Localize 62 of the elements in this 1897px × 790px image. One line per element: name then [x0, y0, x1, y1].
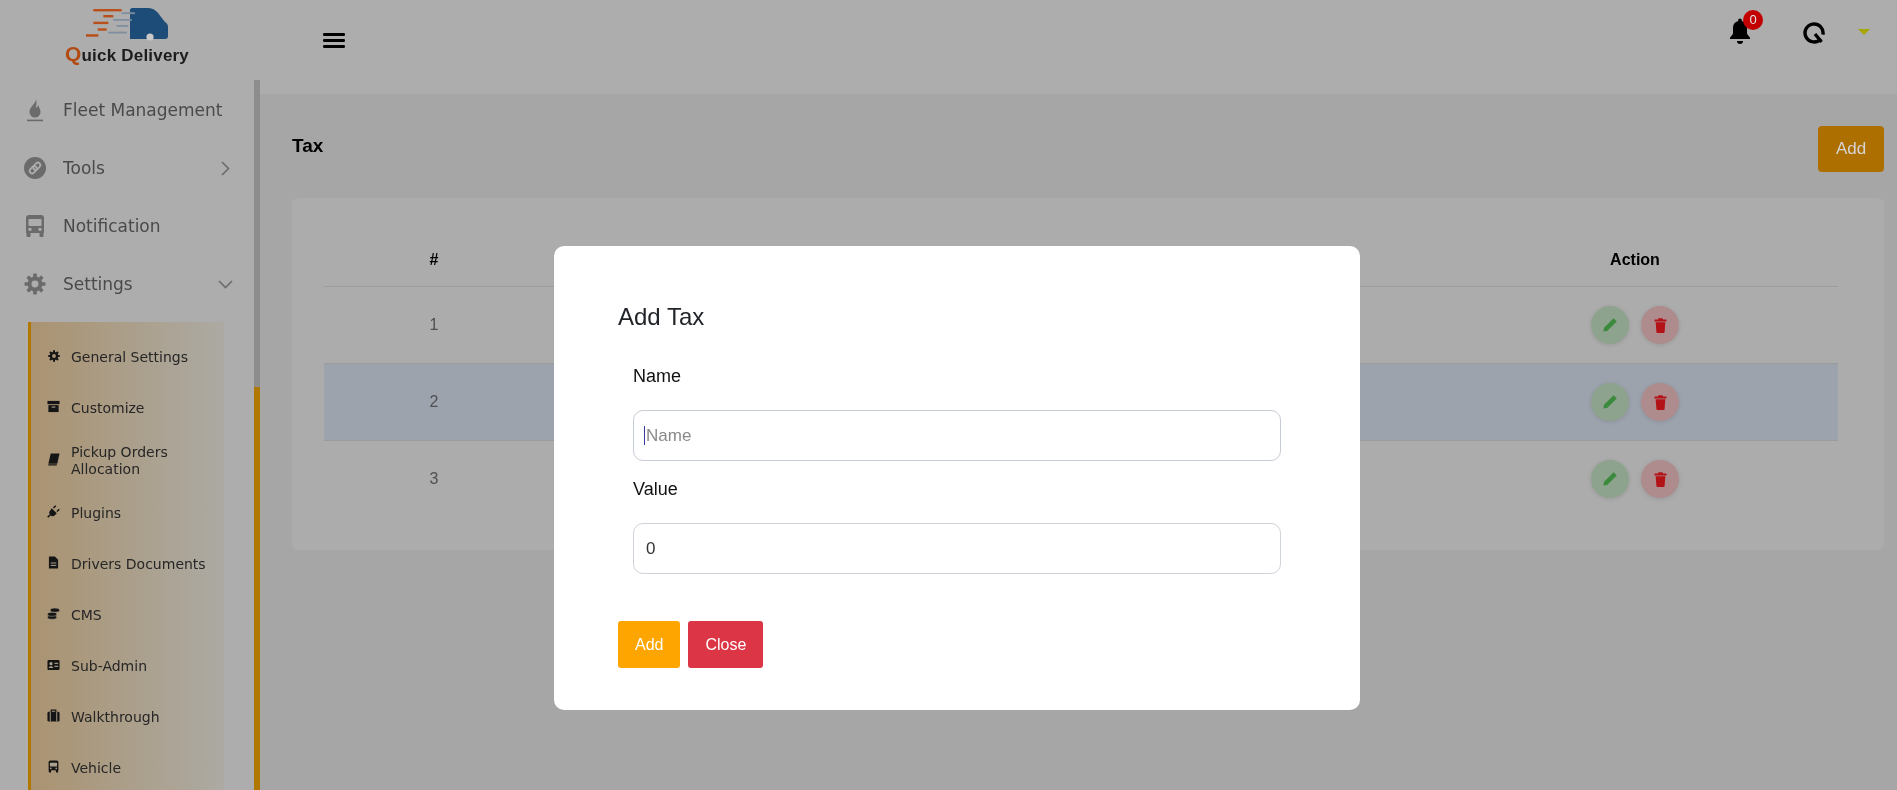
- settings-icon: [24, 273, 46, 295]
- link-circle-icon: [24, 157, 46, 179]
- delete-button[interactable]: [1641, 460, 1679, 498]
- submenu-item[interactable]: Vehicle: [31, 743, 224, 790]
- submenu-item[interactable]: Walkthrough: [31, 692, 224, 743]
- edit-button[interactable]: [1591, 306, 1629, 344]
- archive-icon: [47, 400, 60, 413]
- edit-button[interactable]: [1591, 460, 1629, 498]
- coins-icon: [47, 607, 60, 620]
- text-cursor: [644, 426, 645, 445]
- nav-item[interactable]: Notification: [0, 197, 254, 255]
- delete-button[interactable]: [1641, 306, 1679, 344]
- logo-icon: [1802, 21, 1826, 45]
- id-card-icon: [47, 658, 60, 671]
- notification-badge: 0: [1743, 10, 1763, 30]
- pencil-icon: [1602, 317, 1618, 333]
- notifications-button[interactable]: [1729, 17, 1751, 46]
- menu-icon: [323, 33, 345, 48]
- edit-button[interactable]: [1591, 383, 1629, 421]
- settings-icon: [47, 349, 60, 362]
- document-icon: [48, 556, 59, 569]
- submenu-item[interactable]: Plugins: [31, 488, 224, 539]
- submenu-item[interactable]: Pickup Orders Allocation: [31, 434, 224, 488]
- profile-menu-button[interactable]: [1802, 21, 1870, 45]
- plug-icon: [47, 505, 60, 518]
- nav-item[interactable]: Tools: [0, 139, 254, 197]
- column-header: Action: [1609, 250, 1661, 269]
- delivery-van-icon: [86, 8, 168, 44]
- pencil-icon: [1602, 471, 1618, 487]
- table-cell-text: 3: [428, 470, 440, 488]
- delete-button[interactable]: [1641, 383, 1679, 421]
- column-header: #: [428, 250, 440, 269]
- pencil-icon: [1602, 394, 1618, 410]
- close-button[interactable]: Close: [688, 621, 764, 668]
- scrollbar-thumb[interactable]: [254, 387, 260, 790]
- nav-item[interactable]: Fleet Management: [0, 81, 254, 139]
- logo-text: Quick Delivery: [64, 44, 189, 66]
- bus-icon: [25, 214, 45, 238]
- field-label: Value: [633, 478, 679, 500]
- menu-button[interactable]: [323, 33, 345, 48]
- page-title: Tax: [292, 135, 324, 157]
- bell-icon: [1729, 17, 1751, 46]
- submenu-item[interactable]: CMS: [31, 590, 224, 641]
- trash-icon: [1653, 394, 1667, 410]
- table-cell-text: 1: [428, 316, 440, 334]
- field-label: Name: [633, 365, 682, 387]
- caret-icon: [1858, 29, 1870, 35]
- bus-icon: [48, 760, 59, 773]
- submenu-item[interactable]: General Settings: [31, 332, 224, 383]
- table-cell-text: 2: [428, 393, 440, 411]
- flame-icon: [26, 98, 44, 122]
- submenu-item[interactable]: Sub-Admin: [31, 641, 224, 692]
- submenu-item[interactable]: Drivers Documents: [31, 539, 224, 590]
- trash-icon: [1653, 471, 1667, 487]
- book-icon: [47, 452, 60, 466]
- trash-icon: [1653, 317, 1667, 333]
- modal-title: Add Tax: [618, 303, 706, 331]
- input-field[interactable]: 0: [633, 523, 1281, 574]
- submenu-item[interactable]: Customize: [31, 383, 224, 434]
- suitcase-icon: [47, 709, 60, 722]
- input-field[interactable]: Name: [633, 410, 1281, 461]
- nav-item[interactable]: Settings: [0, 255, 254, 313]
